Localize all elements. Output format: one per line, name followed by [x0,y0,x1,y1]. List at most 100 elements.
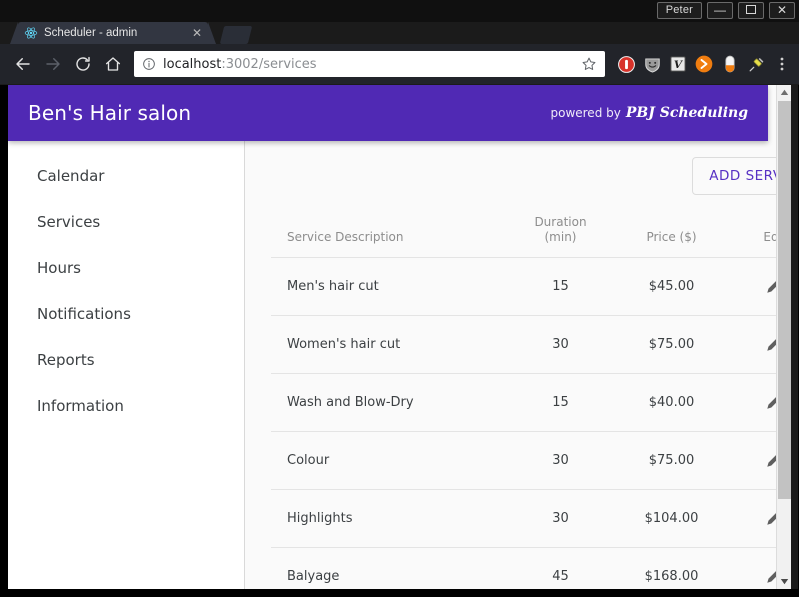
home-icon [105,57,121,71]
window-frame-bottom [0,589,799,597]
cell-description: Women's hair cut [271,315,505,374]
powered-by-label: powered by [550,106,621,120]
reload-icon [76,56,90,71]
cell-edit[interactable] [727,431,783,490]
minimize-button[interactable]: — [707,2,733,19]
cell-description: Balyage [271,547,505,589]
services-table-body: Men's hair cut 15 $45.00 Women's hair cu… [271,257,783,589]
cell-price: $40.00 [616,373,727,432]
table-row[interactable]: Highlights 30 $104.00 [271,489,783,548]
cell-duration: 15 [505,373,616,432]
column-header-description: Service Description [271,209,505,258]
maximize-button[interactable] [738,2,764,19]
cell-description: Men's hair cut [271,257,505,316]
ublock-origin-icon[interactable] [613,49,639,79]
star-icon[interactable] [581,56,597,72]
services-table-head: Service Description Duration (min) Price… [271,209,783,258]
sidebar: Calendar Services Hours Notifications Re… [8,141,245,589]
table-row[interactable]: Balyage 45 $168.00 [271,547,783,589]
url-host: localhost [163,56,222,72]
sidebar-item-reports[interactable]: Reports [8,337,244,383]
cell-price: $168.00 [616,547,727,589]
sidebar-item-label: Hours [37,259,81,277]
cell-duration: 30 [505,489,616,548]
back-button[interactable] [8,49,38,79]
url-path: :3002/services [221,56,317,72]
cell-edit[interactable] [727,315,783,374]
services-table: Service Description Duration (min) Price… [271,209,783,589]
extension-icons: V [613,49,799,79]
close-button[interactable]: ✕ [769,2,795,19]
forward-button[interactable] [38,49,68,79]
column-header-edit: Edit [727,209,783,258]
browser-tab-title: Scheduler - admin [44,27,138,39]
table-row[interactable]: Men's hair cut 15 $45.00 [271,257,783,316]
shield-smiley-icon[interactable] [639,49,665,79]
sidebar-item-label: Notifications [37,305,131,323]
url-bar[interactable]: localhost:3002/services [134,51,605,77]
cell-edit[interactable] [727,373,783,432]
app-title: Ben's Hair salon [28,101,192,125]
sidebar-item-label: Information [37,397,124,415]
sidebar-item-calendar[interactable]: Calendar [8,153,244,199]
cell-price: $75.00 [616,431,727,490]
cell-duration: 30 [505,431,616,490]
cell-edit[interactable] [727,547,783,589]
page-scrollbar[interactable] [776,85,791,589]
url-text: localhost:3002/services [163,57,581,72]
new-tab-button[interactable] [219,26,253,44]
user-button[interactable]: Peter [656,2,702,19]
back-icon [16,58,30,70]
maximize-icon [746,5,756,14]
sidebar-item-notifications[interactable]: Notifications [8,291,244,337]
brand-name: PBJ Scheduling [625,105,748,121]
scrollbar-thumb[interactable] [778,101,791,499]
column-header-price: Price ($) [616,209,727,258]
table-row[interactable]: Women's hair cut 30 $75.00 [271,315,783,374]
capsule-pill-icon[interactable] [717,49,743,79]
v-box-icon[interactable]: V [665,49,691,79]
info-circle-icon[interactable] [142,57,156,71]
cell-duration: 30 [505,315,616,374]
sidebar-item-services[interactable]: Services [8,199,244,245]
app-header: Ben's Hair salon powered by PBJ Scheduli… [8,85,768,141]
page-viewport: Ben's Hair salon powered by PBJ Scheduli… [8,85,783,589]
cell-duration: 45 [505,547,616,589]
cell-edit[interactable] [727,489,783,548]
table-header-row: Service Description Duration (min) Price… [271,209,783,258]
sidebar-item-hours[interactable]: Hours [8,245,244,291]
app-body: Calendar Services Hours Notifications Re… [8,141,783,589]
cell-description: Highlights [271,489,505,548]
table-row[interactable]: Colour 30 $75.00 [271,431,783,490]
cell-description: Colour [271,431,505,490]
toolbar-row: ADD SERVICE [271,141,783,195]
table-row[interactable]: Wash and Blow-Dry 15 $40.00 [271,373,783,432]
browser-tab[interactable]: Scheduler - admin ✕ [10,22,216,44]
column-header-duration-line1: Duration [534,215,587,229]
cell-price: $104.00 [616,489,727,548]
add-service-button[interactable]: ADD SERVICE [692,157,783,195]
window-titlebar: Peter — ✕ [0,0,799,23]
powered-by: powered by PBJ Scheduling [550,105,748,121]
scroll-up-arrow-icon[interactable] [777,85,792,100]
cell-description: Wash and Blow-Dry [271,373,505,432]
home-button[interactable] [98,49,128,79]
tab-close-icon[interactable]: ✕ [192,27,202,39]
orange-arrow-icon[interactable] [691,49,717,79]
window-frame-left [0,85,8,597]
sidebar-item-information[interactable]: Information [8,383,244,429]
sidebar-item-label: Reports [37,351,95,369]
syringe-icon[interactable] [743,49,769,79]
window-controls: Peter — ✕ [656,2,795,19]
cell-duration: 15 [505,257,616,316]
column-header-duration-line2: (min) [544,230,577,244]
kebab-menu-icon[interactable] [769,49,795,79]
main-content: ADD SERVICE Service Description Duration… [245,141,783,589]
browser-toolbar: localhost:3002/services V [0,44,799,84]
reload-button[interactable] [68,49,98,79]
cell-edit[interactable] [727,257,783,316]
scroll-down-arrow-icon[interactable] [777,574,792,589]
os-window: Peter — ✕ Scheduler - admin ✕ localhost:… [0,0,799,597]
forward-icon [46,58,60,70]
browser-tabstrip: Scheduler - admin ✕ [0,22,799,44]
